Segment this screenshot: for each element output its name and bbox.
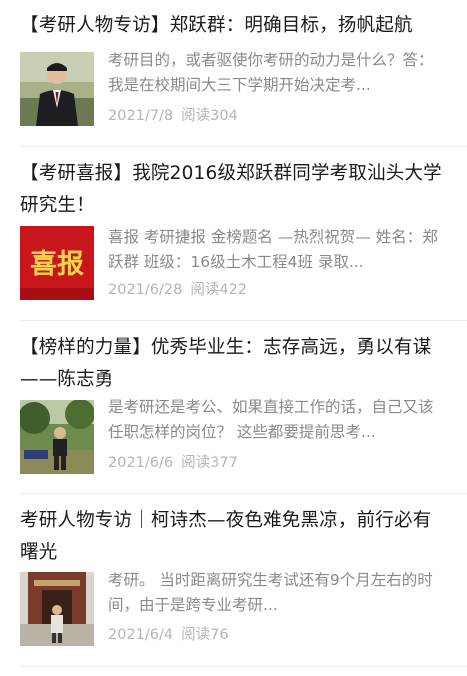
article-thumbnail[interactable] <box>20 400 94 474</box>
article-read-count: 阅读76 <box>181 627 229 643</box>
article-snippet: 考研。 当时距离研究生考试还有9个月左右的时间，由于是跨专业考研... <box>108 571 433 614</box>
article-title[interactable]: 【榜样的力量】优秀毕业生：志存高远，勇以有谋——陈志勇 <box>20 332 445 396</box>
article-feed: 【考研人物专访】郑跃群：明确目标，扬帆起航 考研目的，或者驱使你考研的动力是什么… <box>0 0 467 676</box>
article-date: 2021/7/8 <box>108 108 174 124</box>
outdoor-photo-icon <box>20 400 94 474</box>
article-meta: 2021/7/8 阅读304 <box>108 106 238 126</box>
thumbnail-caption: 喜报 <box>30 249 84 280</box>
article-title[interactable]: 【考研人物专访】郑跃群：明确目标，扬帆起航 <box>20 10 445 42</box>
article-date: 2021/6/28 <box>108 282 183 298</box>
article-snippet: 喜报 考研捷报 金榜题名 —热烈祝贺— 姓名：郑跃群 班级：16级土木工程4班 … <box>108 228 438 271</box>
article-thumbnail[interactable] <box>20 572 94 646</box>
divider <box>20 320 467 321</box>
divider <box>20 493 467 494</box>
article-title[interactable]: 【考研喜报】我院2016级郑跃群同学考取汕头大学研究生！ <box>20 158 445 222</box>
portrait-photo-icon <box>20 52 94 126</box>
article-read-count: 阅读422 <box>190 282 248 298</box>
article-snippet: 是考研还是考公、如果直接工作的话，自己又该任职怎样的岗位？ 这些都要提前思考..… <box>108 398 434 441</box>
celebration-banner-icon: 喜报 <box>20 226 94 300</box>
divider <box>20 666 467 667</box>
article-date: 2021/6/4 <box>108 627 174 643</box>
article-title[interactable]: 考研人物专访｜柯诗杰—夜色难免黑凉，前行必有曙光 <box>20 505 445 569</box>
article-thumbnail[interactable]: 喜报 <box>20 226 94 300</box>
divider <box>20 146 467 147</box>
article-snippet: 考研目的，或者驱使你考研的动力是什么？答：我是在校期间大三下学期开始决定考... <box>108 51 434 94</box>
article-read-count: 阅读304 <box>181 108 238 124</box>
article-meta: 2021/6/28 阅读422 <box>108 280 247 300</box>
article-meta: 2021/6/6 阅读377 <box>108 453 238 473</box>
article-thumbnail[interactable] <box>20 52 94 126</box>
article-read-count: 阅读377 <box>181 455 238 471</box>
article-meta: 2021/6/4 阅读76 <box>108 625 229 645</box>
article-date: 2021/6/6 <box>108 455 174 471</box>
campus-gate-photo-icon <box>20 572 94 646</box>
